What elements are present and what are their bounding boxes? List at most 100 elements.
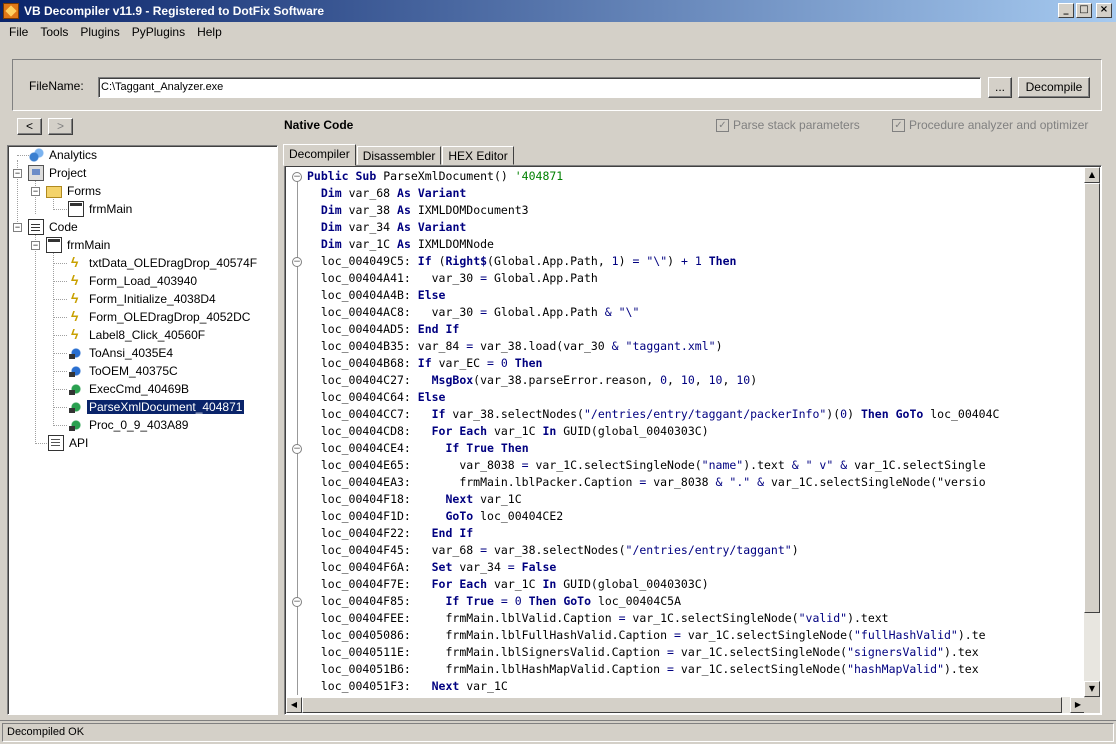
vertical-scrollbar[interactable]: ▲ ▼ [1084,167,1100,697]
tree-item[interactable]: ToAnsi_4035E4 [68,344,175,362]
procedure-green-icon [68,399,84,415]
code-line[interactable]: loc_0040511E: frmMain.lblSignersValid.Ca… [307,644,1083,661]
collapse-icon[interactable]: − [13,223,22,232]
event-icon [68,308,84,325]
collapse-icon[interactable]: − [31,187,40,196]
event-icon [68,326,84,343]
code-line[interactable]: loc_00404C64: Else [307,389,1083,406]
code-line[interactable]: loc_00404F85: If True = 0 Then GoTo loc_… [307,593,1083,610]
tree-node-project[interactable]: Project [28,164,88,182]
code-line[interactable]: loc_00404B35: var_84 = var_38.load(var_3… [307,338,1083,355]
code-view[interactable]: − − − − Public Sub ParseXmlDocument() '4… [284,165,1102,715]
maximize-button[interactable]: □ [1076,3,1092,18]
forward-button[interactable]: > [48,118,73,135]
tree-item[interactable]: Label8_Click_40560F [68,326,207,344]
minimize-button[interactable]: _ [1058,3,1074,18]
fold-toggle-icon[interactable]: − [292,444,302,454]
code-line[interactable]: Public Sub ParseXmlDocument() '404871 [307,168,1083,185]
code-line[interactable]: Dim var_34 As Variant [307,219,1083,236]
close-button[interactable]: × [1096,3,1112,18]
code-line[interactable]: loc_00404AC8: var_30 = Global.App.Path &… [307,304,1083,321]
collapse-icon[interactable]: − [31,241,40,250]
code-line[interactable]: loc_00404F6A: Set var_34 = False [307,559,1083,576]
code-line[interactable]: loc_00404CD8: For Each var_1C In GUID(gl… [307,423,1083,440]
horizontal-scrollbar[interactable]: ◀ ▶ [286,697,1086,713]
scroll-down-icon[interactable]: ▼ [1084,681,1100,697]
filename-input[interactable]: C:\Taggant_Analyzer.exe [98,77,981,98]
module-icon [46,237,62,253]
tree-item[interactable]: Form_Initialize_4038D4 [68,290,218,308]
browse-button[interactable]: ... [988,77,1012,98]
file-panel: FileName: C:\Taggant_Analyzer.exe ... De… [12,59,1102,111]
tab-decompiler[interactable]: Decompiler [283,144,356,166]
tree-item[interactable]: ExecCmd_40469B [68,380,191,398]
code-line[interactable]: loc_00404CE4: If True Then [307,440,1083,457]
tree-item[interactable]: txtData_OLEDragDrop_40574F [68,254,259,272]
code-line[interactable]: loc_00404A4B: Else [307,287,1083,304]
code-line[interactable]: loc_00404CC7: If var_38.selectNodes("/en… [307,406,1083,423]
procedure-green-icon [68,417,84,433]
project-tree[interactable]: Analytics − Project − Forms frmMain − Co… [7,145,278,715]
code-line[interactable]: loc_00405086: frmMain.lblFullHashValid.C… [307,627,1083,644]
tree-node-code[interactable]: Code [28,218,80,236]
back-button[interactable]: < [17,118,42,135]
code-line[interactable]: loc_00404FEE: frmMain.lblValid.Caption =… [307,610,1083,627]
fold-toggle-icon[interactable]: − [292,597,302,607]
tree-item[interactable]: Proc_0_9_403A89 [68,416,190,434]
code-line[interactable]: Dim var_68 As Variant [307,185,1083,202]
tree-item[interactable]: Form_OLEDragDrop_4052DC [68,308,252,326]
fold-toggle-icon[interactable]: − [292,257,302,267]
fold-toggle-icon[interactable]: − [292,172,302,182]
checkmark-icon: ✓ [716,118,729,132]
vertical-scroll-thumb[interactable] [1084,183,1100,613]
tree-node-analytics[interactable]: Analytics [28,146,99,164]
tree-node-api[interactable]: API [48,434,90,452]
code-line[interactable]: loc_00404F1D: GoTo loc_00404CE2 [307,508,1083,525]
code-line[interactable]: loc_004051B6: frmMain.lblHashMapValid.Ca… [307,661,1083,678]
code-line[interactable]: loc_00404E65: var_8038 = var_1C.selectSi… [307,457,1083,474]
project-icon [28,165,44,181]
code-line[interactable]: loc_00404A41: var_30 = Global.App.Path [307,270,1083,287]
menu-help[interactable]: Help [191,25,228,39]
scroll-left-icon[interactable]: ◀ [286,697,302,713]
tab-hex-editor[interactable]: HEX Editor [442,146,514,165]
title-bar: VB Decompiler v11.9 - Registered to DotF… [0,0,1116,22]
code-line[interactable]: Dim var_38 As IXMLDOMDocument3 [307,202,1083,219]
horizontal-scroll-thumb[interactable] [302,697,1062,713]
decompile-button[interactable]: Decompile [1018,77,1090,98]
tree-item[interactable]: ToOEM_40375C [68,362,180,380]
view-tabs: Decompiler Disassembler HEX Editor [283,144,515,166]
code-line[interactable]: loc_00404F18: Next var_1C [307,491,1083,508]
tree-node-code-frmmain[interactable]: frmMain [46,236,112,254]
tree-item[interactable]: Form_Load_403940 [68,272,199,290]
procedure-analyzer-checkbox[interactable]: ✓ Procedure analyzer and optimizer [892,118,1088,132]
scroll-up-icon[interactable]: ▲ [1084,167,1100,183]
code-line[interactable]: loc_00404F45: var_68 = var_38.selectNode… [307,542,1083,559]
code-line[interactable]: loc_004049C5: If (Right$(Global.App.Path… [307,253,1083,270]
collapse-icon[interactable]: − [13,169,22,178]
tree-node-form-frmmain[interactable]: frmMain [68,200,134,218]
menu-pyplugins[interactable]: PyPlugins [126,25,191,39]
tree-node-forms[interactable]: Forms [46,182,103,200]
code-line[interactable]: loc_00404F7E: For Each var_1C In GUID(gl… [307,576,1083,593]
code-line[interactable]: loc_00404C27: MsgBox(var_38.parseError.r… [307,372,1083,389]
code-line[interactable]: Dim var_1C As IXMLDOMNode [307,236,1083,253]
code-line[interactable]: loc_00404F22: End If [307,525,1083,542]
code-line[interactable]: loc_004051F3: Next var_1C [307,678,1083,695]
tree-item-selected[interactable]: ParseXmlDocument_404871 [68,398,245,416]
analytics-icon [28,147,44,163]
event-icon [68,254,84,271]
status-bar: Decompiled OK [0,720,1116,744]
app-logo-icon [3,3,19,19]
code-icon [28,219,44,235]
code-line[interactable]: loc_00404EA3: frmMain.lblPacker.Caption … [307,474,1083,491]
menu-bar: File Tools Plugins PyPlugins Help [0,22,1116,41]
menu-file[interactable]: File [3,25,34,39]
menu-tools[interactable]: Tools [34,25,74,39]
tab-disassembler[interactable]: Disassembler [356,146,442,165]
menu-plugins[interactable]: Plugins [74,25,125,39]
code-line[interactable]: loc_00404AD5: End If [307,321,1083,338]
parse-stack-checkbox[interactable]: ✓ Parse stack parameters [716,118,860,132]
section-title: Native Code [284,118,354,132]
code-line[interactable]: loc_00404B68: If var_EC = 0 Then [307,355,1083,372]
